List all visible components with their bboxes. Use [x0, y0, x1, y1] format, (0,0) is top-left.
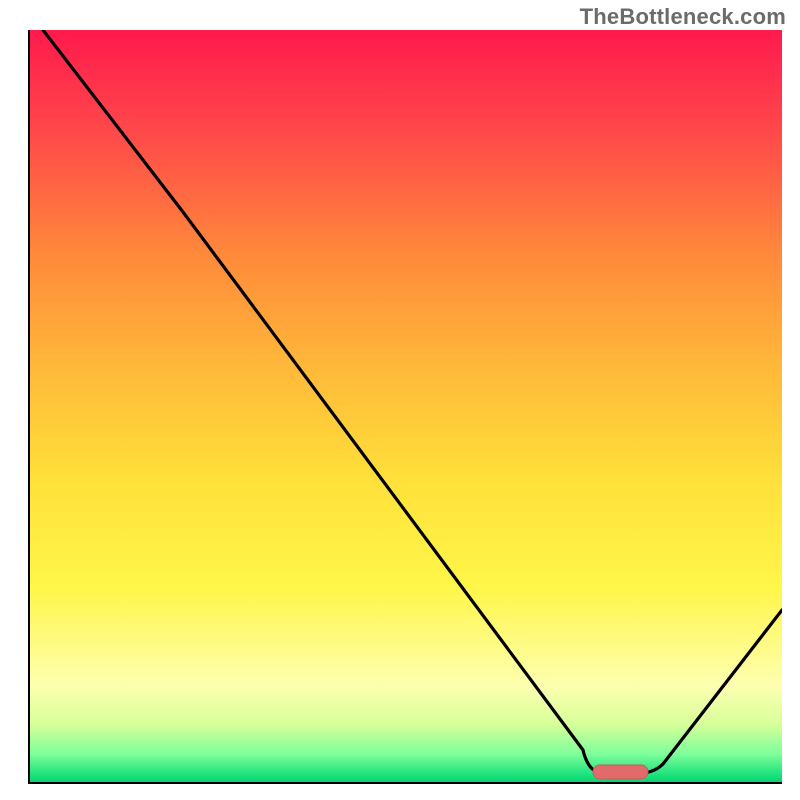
- bottleneck-curve: [43, 30, 782, 774]
- chart-container: TheBottleneck.com: [0, 0, 800, 800]
- plot-area: [28, 30, 782, 784]
- optimal-marker: [593, 765, 648, 779]
- watermark-text: TheBottleneck.com: [580, 4, 786, 30]
- chart-overlay: [28, 30, 782, 784]
